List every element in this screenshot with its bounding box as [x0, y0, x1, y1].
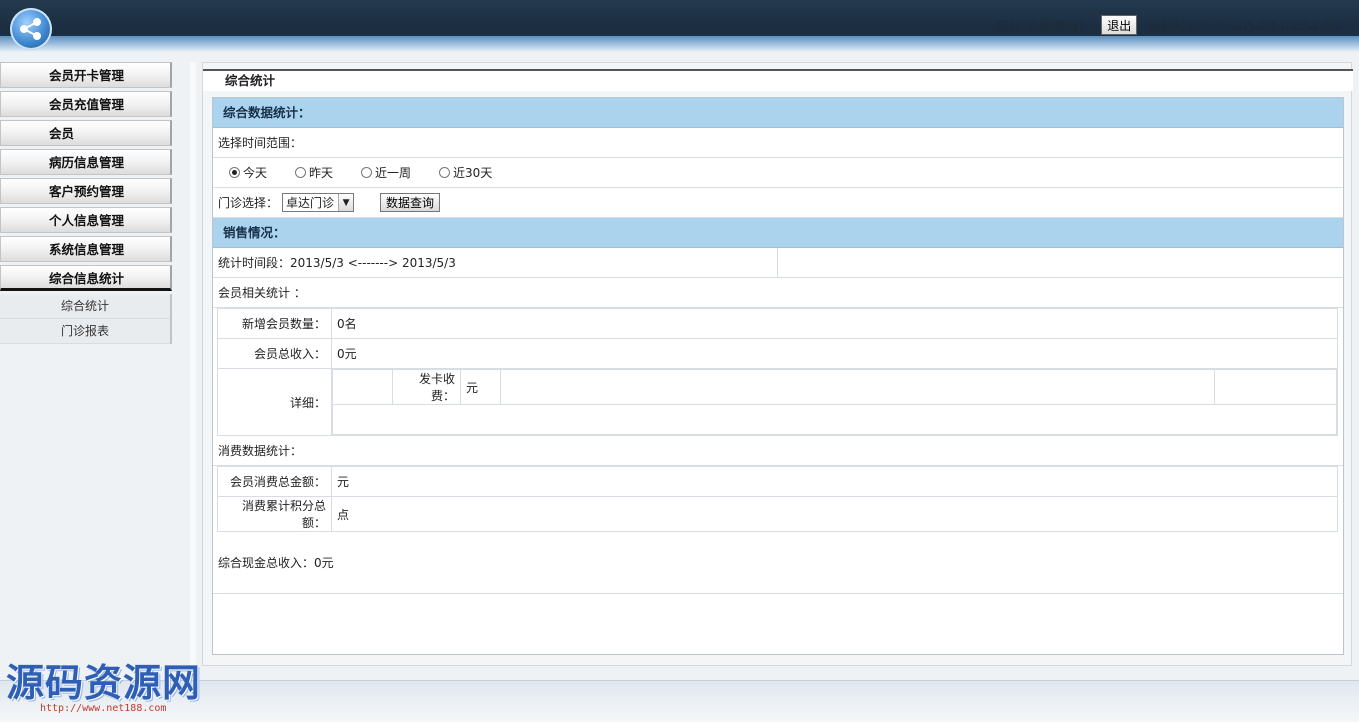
- time-range-label: 选择时间范围：: [213, 128, 1343, 158]
- member-income-label: 会员总收入：: [217, 338, 332, 369]
- clinic-select-label: 门诊选择：: [218, 195, 279, 210]
- table-row: 新增会员数量： 0名: [217, 308, 1338, 339]
- sidebar-divider: [190, 62, 196, 682]
- radio-label: 昨天: [309, 165, 334, 180]
- table-row: 会员总收入： 0元: [217, 338, 1338, 369]
- period-value: 2013/5/3 <-------> 2013/5/3: [290, 256, 456, 270]
- radio-last-30-days[interactable]: 近30天: [439, 158, 492, 188]
- detail-table: 发卡收费： 元: [332, 369, 1337, 435]
- member-stats-title: 会员相关统计 ：: [213, 278, 1343, 308]
- sidebar-item-personal-info[interactable]: 个人信息管理: [0, 207, 172, 233]
- card-fee-label: 发卡收费：: [392, 369, 461, 405]
- cash-total-label: 综合现金总收入：: [218, 556, 315, 570]
- sidebar-item-recharge-management[interactable]: 会员充值管理: [0, 91, 172, 117]
- consume-stats-table: 会员消费总金额： 元 消费累计积分总额： 点: [217, 466, 1338, 532]
- app-header: 您好,欢迎使用！ 退出 当前时间：:：:-05-03 08:54:06: [0, 0, 1359, 52]
- consume-total-value: 元: [331, 466, 1338, 497]
- watermark-logo: 源码资源网: [6, 661, 202, 705]
- header-user-area: 您好,欢迎使用！ 退出 当前时间：:：:-05-03 08:54:06: [996, 14, 1339, 36]
- new-members-value: 0名: [331, 308, 1338, 339]
- detail-label: 详细：: [217, 368, 332, 436]
- card-fee-value: 元: [460, 369, 501, 405]
- current-time-label: 当前时间：:：:: [1147, 19, 1235, 35]
- sales-section-heading: 销售情况：: [213, 218, 1343, 248]
- sidebar-item-system-info[interactable]: 系统信息管理: [0, 236, 172, 262]
- consume-total-label: 会员消费总金额：: [217, 466, 332, 497]
- time-range-options: 今天 昨天 近一周 近30天: [213, 158, 1343, 188]
- consume-stats-title: 消费数据统计：: [213, 436, 1343, 466]
- logout-button[interactable]: 退出: [1101, 15, 1138, 35]
- radio-checked-icon: [229, 167, 240, 178]
- sidebar-item-card-management[interactable]: 会员开卡管理: [0, 62, 172, 88]
- sidebar-submenu: 综合统计 门诊报表: [0, 294, 172, 344]
- radio-last-week[interactable]: 近一周: [361, 158, 411, 188]
- cash-total-row: 综合现金总收入：0元: [213, 532, 1343, 594]
- detail-empty-cell: [1214, 369, 1337, 405]
- cash-total-value: 0元: [314, 556, 334, 570]
- sidebar-item-members[interactable]: 会员: [0, 120, 172, 146]
- radio-unchecked-icon: [439, 167, 451, 178]
- detail-cell: 发卡收费： 元: [331, 368, 1338, 436]
- page-title: 综合统计: [203, 69, 1353, 91]
- table-row: [332, 404, 1337, 435]
- radio-label: 今天: [243, 165, 268, 180]
- table-row: 详细： 发卡收费： 元: [217, 368, 1338, 436]
- radio-yesterday[interactable]: 昨天: [295, 158, 333, 188]
- points-total-value: 点: [331, 496, 1338, 532]
- current-time: 当前时间：:：:-05-03 08:54:06: [1147, 16, 1339, 35]
- points-total-label: 消费累计积分总额：: [217, 496, 332, 532]
- sidebar-item-statistics[interactable]: 综合信息统计: [0, 265, 172, 291]
- detail-empty-row: [332, 404, 1337, 435]
- radio-unchecked-icon: [361, 167, 373, 178]
- clinic-select-value: 卓达门诊: [286, 195, 335, 210]
- app-logo-icon: [10, 8, 52, 50]
- detail-empty-cell: [500, 369, 1215, 405]
- clinic-select[interactable]: 卓达门诊 ▼: [282, 193, 355, 212]
- main-content: 综合统计 综合数据统计： 选择时间范围： 今天 昨天 近一周 近30天 门诊选择…: [202, 62, 1353, 666]
- sidebar-menu: 会员开卡管理 会员充值管理 会员 病历信息管理 客户预约管理 个人信息管理 系统…: [0, 62, 174, 682]
- period-label: 统计时间段：: [218, 256, 291, 270]
- table-row: 会员消费总金额： 元: [217, 466, 1338, 497]
- table-row: 消费累计积分总额： 点: [217, 496, 1338, 532]
- submenu-item-clinic-report[interactable]: 门诊报表: [0, 319, 170, 344]
- sidebar-item-appointments[interactable]: 客户预约管理: [0, 178, 172, 204]
- watermark-url: http://www.net188.com: [40, 703, 167, 714]
- stats-panel: 综合数据统计： 选择时间范围： 今天 昨天 近一周 近30天 门诊选择： 卓达门…: [212, 97, 1344, 655]
- welcome-text: 您好,欢迎使用！: [996, 19, 1092, 35]
- radio-unchecked-icon: [295, 167, 307, 178]
- query-button[interactable]: 数据查询: [380, 193, 441, 212]
- sidebar-item-medical-records[interactable]: 病历信息管理: [0, 149, 172, 175]
- period-row: 统计时间段：2013/5/3 <-------> 2013/5/3: [213, 248, 1343, 278]
- period-text: 统计时间段：2013/5/3 <-------> 2013/5/3: [213, 248, 778, 277]
- radio-label: 近30天: [453, 165, 493, 180]
- clinic-select-row: 门诊选择： 卓达门诊 ▼ 数据查询: [213, 188, 1343, 218]
- table-row: 发卡收费： 元: [332, 369, 1337, 405]
- chevron-down-icon: ▼: [338, 194, 354, 211]
- detail-spacer: [332, 369, 393, 405]
- submenu-item-overall-stats[interactable]: 综合统计: [0, 294, 170, 319]
- radio-label: 近一周: [375, 165, 412, 180]
- member-income-value: 0元: [331, 338, 1338, 369]
- current-time-value: -05-03 08:54:06: [1234, 19, 1339, 35]
- header-strip: [0, 36, 1359, 52]
- radio-today[interactable]: 今天: [229, 158, 267, 188]
- new-members-label: 新增会员数量：: [217, 308, 332, 339]
- member-stats-table: 新增会员数量： 0名 会员总收入： 0元 详细： 发卡收费： 元: [217, 308, 1338, 436]
- data-section-heading: 综合数据统计：: [213, 98, 1343, 128]
